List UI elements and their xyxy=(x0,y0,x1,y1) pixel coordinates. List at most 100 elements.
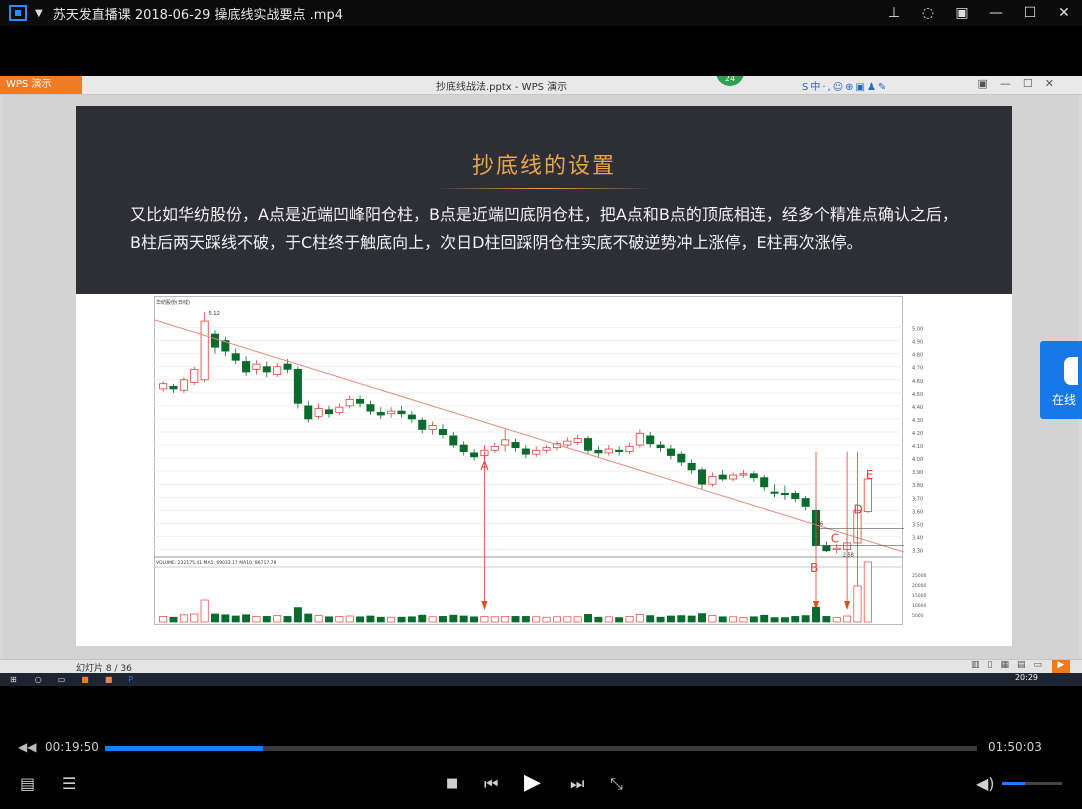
volume-bar xyxy=(542,616,551,623)
stop-button[interactable]: ■ xyxy=(446,776,458,791)
price-tick-label: 3.80 xyxy=(912,483,923,489)
taskbar-wps-icon[interactable]: ■ xyxy=(81,675,89,684)
candle-body xyxy=(697,469,707,485)
volume-bar xyxy=(262,616,271,623)
price-tick-label: 5.00 xyxy=(912,327,923,333)
volume-bar xyxy=(480,616,489,623)
slideshow-play-icon[interactable]: ▶ xyxy=(1052,660,1070,673)
candle-body xyxy=(604,448,613,454)
candle-body xyxy=(521,448,530,455)
volume-legend: VOLUME: 232175.41 MA5: 69033.17 MA10: 86… xyxy=(156,560,276,566)
seek-progress xyxy=(105,746,263,751)
taskbar-app3-icon[interactable]: P xyxy=(128,675,133,684)
price-tick-label: 4.10 xyxy=(912,444,923,450)
taskbar-search-icon[interactable]: ○ xyxy=(35,675,42,684)
volume-bar xyxy=(470,616,479,623)
volume-tick-label: 15000 xyxy=(912,593,926,599)
volume-bar xyxy=(179,614,188,623)
candle-body xyxy=(666,448,675,456)
wps-status-bar: 幻灯片 8 / 36 ▥ ▯ ▦ ▤ ▭ ▶ xyxy=(0,659,1082,674)
play-button[interactable]: ▶ xyxy=(524,770,541,795)
volume-icon[interactable]: ◀) xyxy=(976,774,995,793)
volume-bar xyxy=(200,599,209,623)
candle-body xyxy=(863,478,872,513)
volume-bar xyxy=(190,613,199,623)
close-button[interactable]: ✕ xyxy=(1056,5,1072,21)
volume-bar xyxy=(760,614,769,623)
price-tick-label: 3.60 xyxy=(912,509,923,515)
slide-title: 抄底线的设置 xyxy=(471,154,616,179)
previous-button[interactable]: ⏮ xyxy=(484,774,498,794)
taskbar-app2-icon[interactable]: ■ xyxy=(105,675,113,684)
online-service-widget[interactable]: 在线 xyxy=(1040,341,1082,419)
pin-icon[interactable]: ⊥ xyxy=(886,5,902,21)
volume-bar xyxy=(770,617,779,623)
menu-caret-icon[interactable]: ▼ xyxy=(35,8,43,19)
candle-body xyxy=(438,428,447,436)
volume-bar xyxy=(791,616,800,623)
title-divider xyxy=(434,188,654,189)
volume-bar xyxy=(521,616,530,623)
current-time: 00:19:50 xyxy=(45,740,99,754)
volume-bar xyxy=(211,613,219,623)
candle-body xyxy=(304,405,313,420)
fullscreen-icon[interactable]: ⤡ xyxy=(610,774,623,794)
candle-body xyxy=(428,425,437,430)
player-title-bar: ▼ 苏天发直播课 2018-06-29 操底线实战要点 .mp4 ⊥ ◌ ▣ —… xyxy=(0,0,1082,26)
minimize-button[interactable]: — xyxy=(988,5,1004,21)
mini-mode-icon[interactable]: ▣ xyxy=(954,5,970,21)
price-tick-label: 4.90 xyxy=(912,340,923,346)
candle-body xyxy=(262,366,271,373)
volume-bar xyxy=(293,607,302,623)
candle-body xyxy=(563,440,572,446)
volume-bar xyxy=(666,615,675,623)
taskbar-app-icon[interactable]: ▭ xyxy=(58,675,66,684)
player-logo-icon[interactable] xyxy=(9,5,27,21)
volume-bar xyxy=(376,616,385,623)
windows-start-icon[interactable]: ⊞ xyxy=(10,675,17,684)
price-tick-label: 4.00 xyxy=(912,457,923,463)
volume-bar xyxy=(335,616,344,623)
candle-body xyxy=(791,492,800,499)
volume-bar xyxy=(169,616,178,623)
volume-bar xyxy=(252,616,261,623)
wps-input-toolbar-icon: S中·,☺⊕▣♟✎ xyxy=(802,82,889,93)
volume-slider[interactable] xyxy=(1002,782,1062,785)
settings-sliders-icon[interactable]: ☰ xyxy=(62,774,76,793)
candle-body xyxy=(231,353,240,361)
slide-stage: 抄底线的设置 又比如华纺股份，A点是近端凹峰阳仓柱，B点是近端凹底阴仓柱，把A点… xyxy=(2,95,1079,659)
candle-body xyxy=(677,453,686,463)
video-frame[interactable]: WPS 演示 抄底线战法.pptx - WPS 演示 24 S中·,☺⊕▣♟✎ … xyxy=(0,76,1082,686)
point-label-a: A xyxy=(480,459,489,473)
point-label-d: D xyxy=(853,503,862,517)
bulb-icon[interactable]: ◌ xyxy=(920,5,936,21)
maximize-button[interactable]: ☐ xyxy=(1022,5,1038,21)
slide-header: 抄底线的设置 又比如华纺股份，A点是近端凹峰阳仓柱，B点是近端凹底阴仓柱，把A点… xyxy=(76,106,1012,294)
price-tick-label: 4.50 xyxy=(912,392,923,398)
volume-bar xyxy=(397,616,406,623)
view-mode-icons[interactable]: ▥ ▯ ▦ ▤ ▭ xyxy=(971,660,1042,670)
candle-body xyxy=(718,474,727,480)
rewind-icon[interactable]: ◀◀ xyxy=(18,740,36,754)
volume-bar xyxy=(387,616,396,623)
volume-bar xyxy=(635,614,644,623)
candle-body xyxy=(615,449,624,452)
volume-bar xyxy=(501,616,510,623)
wps-app-tab: WPS 演示 xyxy=(0,76,82,94)
playlist-icon[interactable]: ▤ xyxy=(20,774,35,793)
candle-body xyxy=(376,412,385,416)
next-button[interactable]: ⏭ xyxy=(570,774,584,794)
price-tick-label: 4.70 xyxy=(912,366,923,372)
volume-bar xyxy=(863,561,872,623)
candle-body xyxy=(594,449,603,454)
price-annotation: 3.46 xyxy=(812,522,823,528)
price-tick-label: 3.90 xyxy=(912,470,923,476)
candle-body xyxy=(210,333,220,348)
candle-body xyxy=(780,492,789,496)
candle-body xyxy=(335,406,344,413)
volume-bar xyxy=(656,616,665,623)
point-label-e: E xyxy=(866,468,874,482)
volume-bar xyxy=(812,606,820,623)
candle-body xyxy=(729,474,738,480)
seek-bar[interactable] xyxy=(105,746,977,751)
